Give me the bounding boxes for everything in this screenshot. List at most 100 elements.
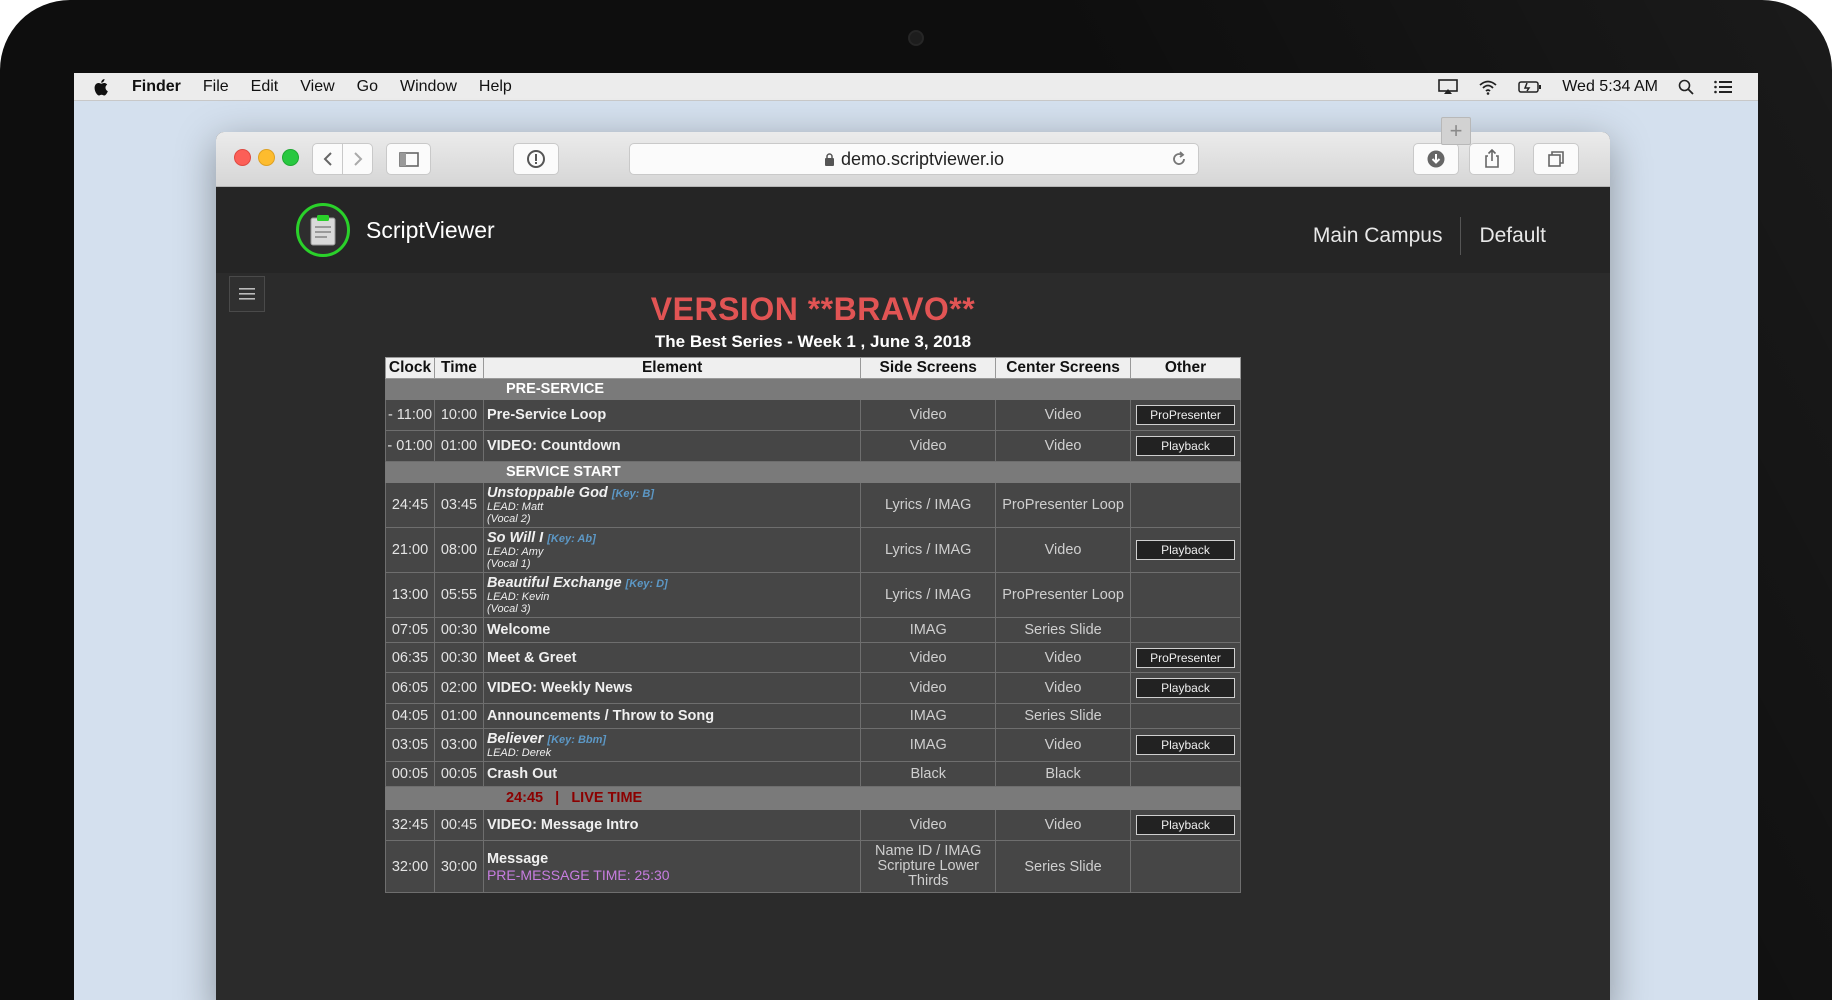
playback-button[interactable]: Playback [1136,678,1235,698]
table-row[interactable]: 21:00 08:00 So Will I [Key: Ab] LEAD: Am… [385,527,1241,573]
time-cell: 00:05 [433,761,484,787]
col-clock: Clock [385,357,435,379]
song-title: Beautiful Exchange [486,574,622,591]
time-cell: 03:00 [433,728,484,762]
time-cell: 01:00 [433,703,484,729]
back-button[interactable] [312,143,343,175]
table-row[interactable]: 00:05 00:05 Crash Out Black Black [385,761,1241,787]
plus-icon: + [1449,118,1463,143]
table-row[interactable]: 03:05 03:00 Believer [Key: Bbm] LEAD: De… [385,728,1241,762]
vocal-part: (Vocal 1) [486,557,531,570]
close-window-button[interactable] [234,149,251,166]
clock-cell: 00:05 [385,761,435,787]
other-cell [1130,482,1241,528]
section-row-pre-service: PRE-SERVICE [385,378,1241,400]
playback-button[interactable]: Playback [1136,436,1235,456]
menu-go[interactable]: Go [357,78,378,96]
table-row[interactable]: 24:45 03:45 Unstoppable God [Key: B] LEA… [385,482,1241,528]
element-cell: Beautiful Exchange [Key: D] LEAD: Kevin … [482,572,862,618]
menu-edit[interactable]: Edit [251,78,279,96]
menu-finder[interactable]: Finder [132,78,181,96]
device-bezel: Finder File Edit View Go Window Help Wed… [0,0,1832,1000]
menu-window[interactable]: Window [400,78,457,96]
menu-view[interactable]: View [300,78,334,96]
table-row[interactable]: 32:00 30:00 Message PRE-MESSAGE TIME: 25… [385,840,1241,893]
airplay-icon[interactable] [1438,78,1459,95]
other-cell: ProPresenter [1130,399,1241,431]
song-title: Believer [486,730,544,747]
spotlight-search-icon[interactable] [1678,79,1694,95]
center-screens-cell: Black [995,761,1131,787]
time-cell: 00:30 [433,642,484,673]
scriptviewer-logo[interactable] [296,203,350,257]
playback-button[interactable]: Playback [1136,815,1235,835]
reader-button[interactable] [513,143,559,175]
table-row[interactable]: 06:05 02:00 VIDEO: Weekly News Video Vid… [385,672,1241,704]
chevron-left-icon [323,152,332,166]
side-screens-cell: Name ID / IMAG Scripture Lower Thirds [860,840,997,893]
propresenter-button[interactable]: ProPresenter [1136,405,1235,425]
center-screens-cell: Series Slide [995,703,1131,729]
center-screens-cell: Video [995,430,1131,462]
minimize-window-button[interactable] [258,149,275,166]
center-screens-cell: Video [995,642,1131,673]
sidebar-toggle-button[interactable] [386,143,431,175]
table-row[interactable]: 04:05 01:00 Announcements / Throw to Son… [385,703,1241,729]
forward-button[interactable] [342,143,373,175]
reload-icon[interactable] [1170,150,1188,168]
side-screens-cell: IMAG [860,728,997,762]
other-cell [1130,761,1241,787]
clock-cell: 13:00 [385,572,435,618]
side-screens-cell: Video [860,642,997,673]
table-row[interactable]: 06:35 00:30 Meet & Greet Video Video Pro… [385,642,1241,673]
battery-icon[interactable] [1518,79,1542,95]
side-screens-cell: Lyrics / IMAG [860,527,997,573]
table-row[interactable]: 13:00 05:55 Beautiful Exchange [Key: D] … [385,572,1241,618]
notification-center-icon[interactable] [1714,79,1732,95]
element-cell: Unstoppable God [Key: B] LEAD: Matt (Voc… [482,482,862,528]
vocal-part: (Vocal 3) [486,602,531,615]
app-header: ScriptViewer Main Campus Default [216,187,1610,273]
song-key: [Key: D] [625,577,668,590]
sidebar-icon [398,151,419,167]
table-row[interactable]: - 11:00 10:00 Pre-Service Loop Video Vid… [385,399,1241,431]
clock-cell: 32:00 [385,840,435,893]
campus-selector[interactable]: Main Campus [1313,224,1443,248]
playback-button[interactable]: Playback [1136,540,1235,560]
table-row[interactable]: 07:05 00:30 Welcome IMAG Series Slide [385,617,1241,643]
clock-cell: 21:00 [385,527,435,573]
center-screens-cell: Series Slide [995,840,1131,893]
tabs-overview-button[interactable] [1533,143,1579,175]
time-cell: 01:00 [433,430,484,462]
side-screens-cell: IMAG [860,703,997,729]
share-button[interactable] [1469,143,1515,175]
address-bar[interactable]: demo.scriptviewer.io [629,143,1199,175]
center-screens-cell: Video [995,672,1131,704]
side-screens-cell: Black [860,761,997,787]
tabs-icon [1548,151,1564,167]
apple-icon[interactable] [94,78,110,96]
wifi-icon[interactable] [1478,79,1498,95]
time-cell: 00:30 [433,617,484,643]
camera-icon [908,30,924,46]
playback-button[interactable]: Playback [1136,735,1235,755]
downloads-button[interactable] [1413,143,1459,175]
other-cell: Playback [1130,430,1241,462]
profile-selector[interactable]: Default [1479,224,1546,248]
propresenter-button[interactable]: ProPresenter [1136,647,1235,668]
menu-file[interactable]: File [203,78,229,96]
new-tab-button[interactable]: + [1441,117,1471,145]
table-row[interactable]: 32:45 00:45 VIDEO: Message Intro Video V… [385,809,1241,841]
zoom-window-button[interactable] [282,149,299,166]
element-title: Message [486,850,549,867]
col-element: Element [482,357,862,379]
chevron-right-icon [353,152,362,166]
song-key: [Key: B] [611,487,654,500]
brand-name[interactable]: ScriptViewer [366,217,495,244]
clock-cell: 32:45 [385,809,435,841]
menu-help[interactable]: Help [479,78,512,96]
menubar-clock[interactable]: Wed 5:34 AM [1562,78,1658,96]
table-row[interactable]: - 01:00 01:00 VIDEO: Countdown Video Vid… [385,430,1241,462]
live-time-label: 24:45 | LIVE TIME [385,786,1241,810]
song-title: Unstoppable God [486,484,608,501]
